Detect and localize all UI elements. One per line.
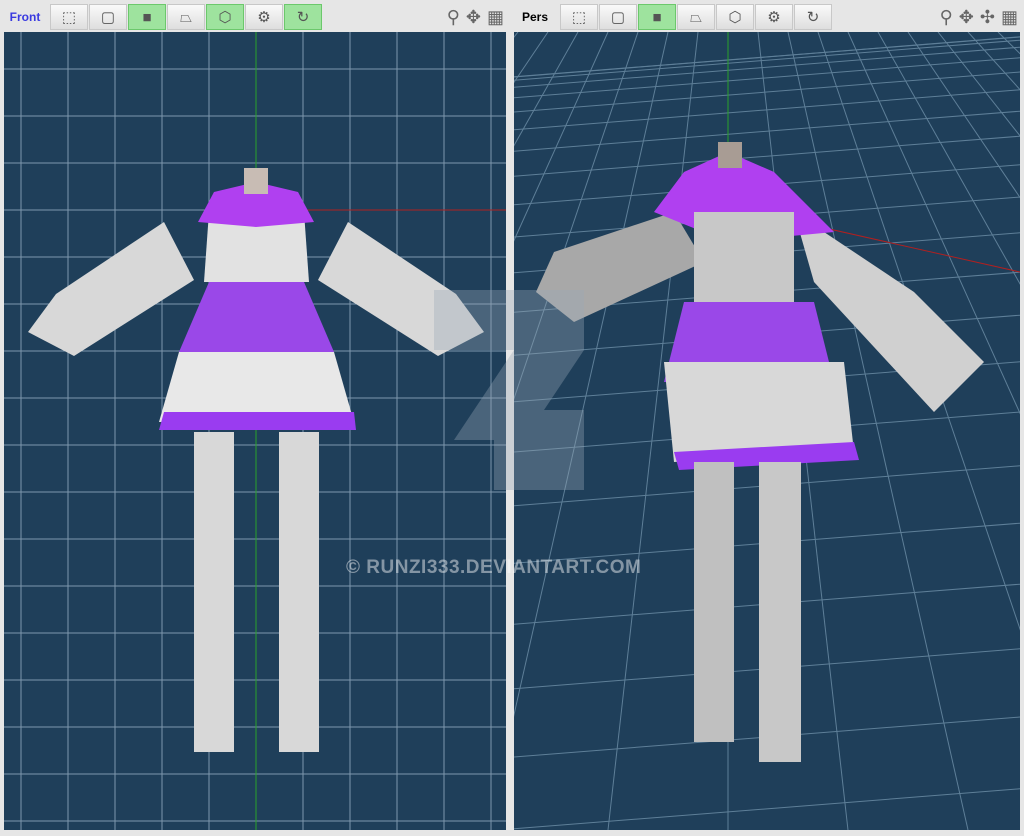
grid-line: [514, 788, 1020, 830]
gear-icon: ⚙: [767, 9, 781, 26]
refresh-icon: ↻: [806, 9, 820, 26]
watermark-text: © RUNZI333.DEVIANTART.COM: [346, 557, 642, 578]
grid-line: [847, 32, 1020, 415]
watermark-logo: [434, 290, 584, 490]
select-rect-button[interactable]: ⬚: [560, 4, 598, 30]
wireframe-cube-button[interactable]: ⬡: [206, 4, 244, 30]
solid-button[interactable]: ■: [638, 4, 676, 30]
view-label[interactable]: Pers: [510, 10, 560, 24]
rotate-icon[interactable]: ✣: [980, 7, 995, 28]
refresh-button[interactable]: ↻: [284, 4, 322, 30]
front-scene: [4, 32, 506, 830]
front-toolbar: Front ⬚ ▢ ■ ⏢ ⬡ ⚙ ↻ ⚲ ✥ ▦: [0, 2, 510, 32]
select-rect-icon: ⬚: [61, 9, 77, 26]
refresh-button[interactable]: ↻: [794, 4, 832, 30]
outfit-model-perspective: [536, 142, 984, 762]
frame-button[interactable]: ▢: [599, 4, 637, 30]
gear-button[interactable]: ⚙: [245, 4, 283, 30]
grid-line: [514, 89, 1020, 131]
texture-button[interactable]: ⏢: [167, 4, 205, 30]
display-layout-icon[interactable]: ▦: [487, 7, 504, 28]
perspective-toolbar: Pers ⬚ ▢ ■ ⏢ ⬡ ⚙ ↻ ⚲ ✥ ✣ ▦: [510, 2, 1024, 32]
grid-line: [997, 32, 1020, 55]
grid-line: [907, 32, 1020, 199]
grid-line: [514, 39, 1020, 81]
zoom-icon[interactable]: ⚲: [940, 7, 953, 28]
wireframe-cube-icon: ⬡: [728, 9, 742, 26]
move-icon[interactable]: ✥: [959, 7, 974, 28]
grid-line: [514, 46, 1020, 88]
texture-icon: ⏢: [179, 8, 192, 26]
grid-line: [937, 32, 1020, 137]
texture-button[interactable]: ⏢: [677, 4, 715, 30]
select-rect-icon: ⬚: [571, 9, 587, 26]
frame-icon: ▢: [610, 9, 626, 26]
refresh-icon: ↻: [296, 9, 310, 26]
gear-button[interactable]: ⚙: [755, 4, 793, 30]
display-layout-icon[interactable]: ▦: [1001, 7, 1018, 28]
solid-button[interactable]: ■: [128, 4, 166, 30]
wireframe-cube-button[interactable]: ⬡: [716, 4, 754, 30]
select-rect-button[interactable]: ⬚: [50, 4, 88, 30]
texture-icon: ⏢: [689, 8, 702, 26]
gear-icon: ⚙: [257, 9, 271, 26]
wireframe-cube-icon: ⬡: [218, 9, 232, 26]
solid-icon: ■: [142, 8, 152, 26]
move-icon[interactable]: ✥: [466, 7, 481, 28]
frame-icon: ▢: [100, 9, 116, 26]
grid-line: [877, 32, 1020, 285]
grid-line: [514, 36, 1020, 78]
grid-line: [514, 110, 1020, 152]
view-label[interactable]: Front: [0, 10, 50, 24]
grid-line: [967, 32, 1020, 91]
frame-button[interactable]: ▢: [89, 4, 127, 30]
solid-icon: ■: [652, 8, 662, 26]
front-viewport[interactable]: [4, 32, 506, 830]
zoom-icon[interactable]: ⚲: [447, 7, 460, 28]
